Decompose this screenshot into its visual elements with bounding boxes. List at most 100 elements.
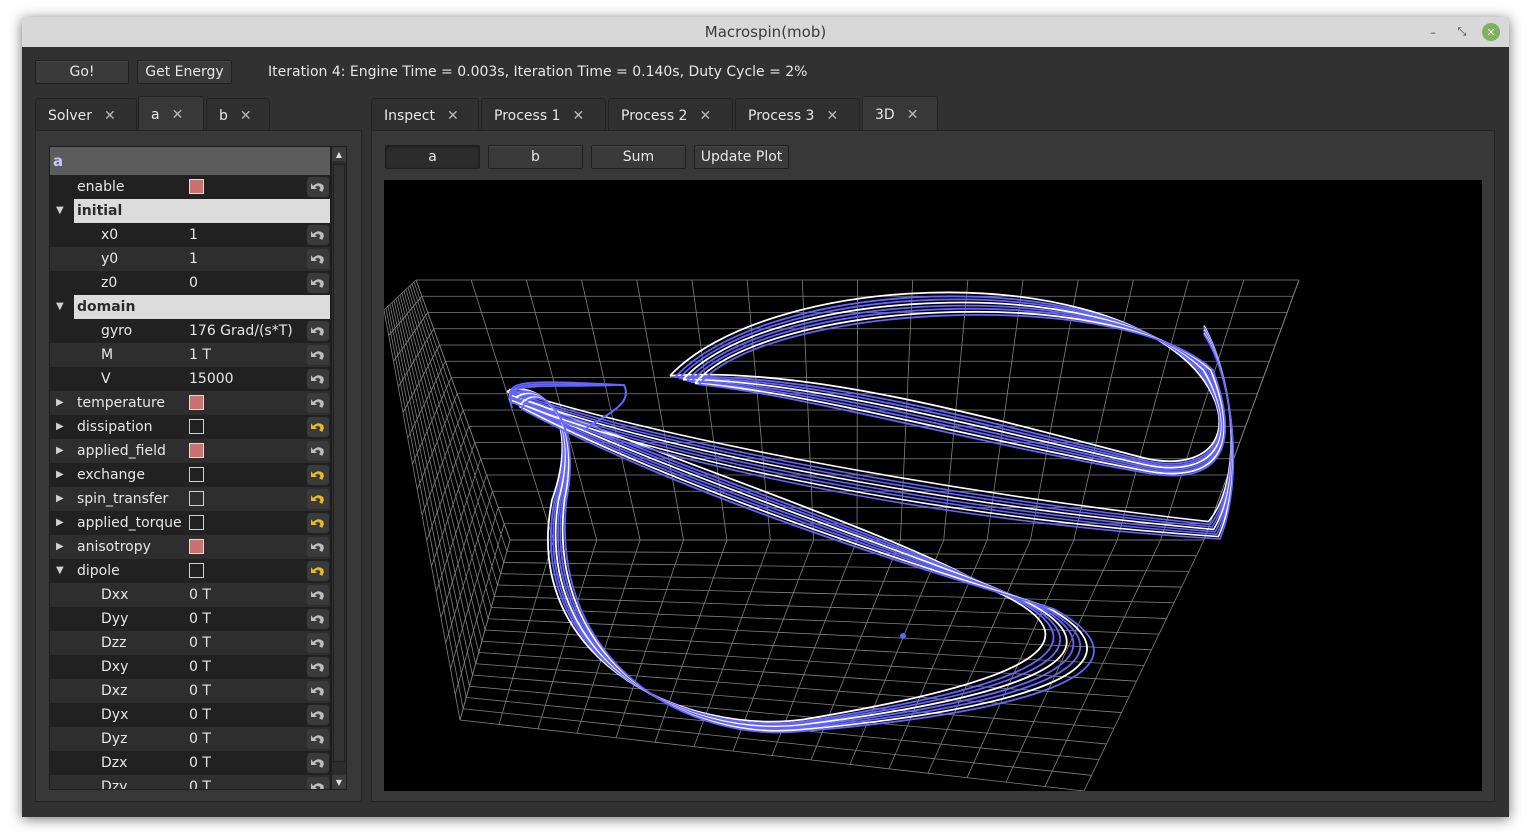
maximize-button[interactable]: ⤡ <box>1453 23 1471 41</box>
tree-row-gyro[interactable]: gyro 176 Grad/(s*T) <box>50 319 330 343</box>
tab-close-icon[interactable]: ✕ <box>447 108 459 124</box>
reset-default-icon[interactable] <box>307 537 329 557</box>
tab-close-icon[interactable]: ✕ <box>104 108 116 124</box>
enable-checkbox[interactable] <box>189 443 204 458</box>
tree-row-m[interactable]: M 1 T <box>50 343 330 367</box>
reset-default-icon[interactable] <box>307 657 329 677</box>
plot-button-update-plot[interactable]: Update Plot <box>694 145 789 169</box>
right-tab-process-2[interactable]: Process 2 ✕ <box>608 98 733 132</box>
row-value[interactable]: 0 T <box>189 607 211 631</box>
tree-row-dxz[interactable]: Dxz 0 T <box>50 679 330 703</box>
reset-default-icon[interactable] <box>307 273 329 293</box>
collapse-arrow-icon[interactable]: ▶ <box>56 391 64 415</box>
scroll-thumb[interactable] <box>333 164 345 762</box>
reset-default-icon[interactable] <box>307 321 329 341</box>
minimize-button[interactable]: – <box>1424 23 1442 41</box>
reset-default-icon[interactable] <box>307 345 329 365</box>
tab-close-icon[interactable]: ✕ <box>172 107 184 123</box>
reset-default-icon[interactable] <box>307 489 329 509</box>
tree-row-dxy[interactable]: Dxy 0 T <box>50 655 330 679</box>
reset-default-icon[interactable] <box>307 729 329 749</box>
plot-button-a[interactable]: a <box>385 145 480 169</box>
scroll-up-button[interactable]: ▲ <box>332 147 346 161</box>
tree-row-enable[interactable]: enable <box>50 175 330 199</box>
tree-row-dissipation[interactable]: ▶ dissipation <box>50 415 330 439</box>
tab-close-icon[interactable]: ✕ <box>907 107 919 123</box>
scroll-down-button[interactable]: ▼ <box>332 775 346 789</box>
row-value[interactable]: 1 <box>189 247 198 271</box>
tab-close-icon[interactable]: ✕ <box>826 108 838 124</box>
right-tab-process-1[interactable]: Process 1 ✕ <box>481 98 606 132</box>
row-value[interactable]: 176 Grad/(s*T) <box>189 319 293 343</box>
row-value[interactable]: 0 T <box>189 703 211 727</box>
tree-row-exchange[interactable]: ▶ exchange <box>50 463 330 487</box>
reset-default-icon[interactable] <box>307 753 329 773</box>
3d-scene[interactable] <box>383 180 1482 792</box>
tree-row-dzx[interactable]: Dzx 0 T <box>50 751 330 775</box>
reset-default-icon[interactable] <box>307 249 329 269</box>
tree-row-spin_transfer[interactable]: ▶ spin_transfer <box>50 487 330 511</box>
row-value[interactable]: 1 <box>189 223 198 247</box>
row-value[interactable]: 0 T <box>189 727 211 751</box>
reset-default-icon[interactable] <box>307 225 329 245</box>
expand-arrow-icon[interactable]: ▼ <box>56 199 64 223</box>
tree-row-domain[interactable]: ▼ domain <box>50 295 330 319</box>
tab-close-icon[interactable]: ✕ <box>699 108 711 124</box>
tree-row-x0[interactable]: x0 1 <box>50 223 330 247</box>
reset-default-icon[interactable] <box>307 513 329 533</box>
tree-row-z0[interactable]: z0 0 <box>50 271 330 295</box>
tree-row-dipole[interactable]: ▼ dipole <box>50 559 330 583</box>
tree-row-dzy[interactable]: Dzy 0 T <box>50 775 330 789</box>
reset-default-icon[interactable] <box>307 393 329 413</box>
enable-checkbox[interactable] <box>189 395 204 410</box>
3d-view[interactable] <box>383 180 1482 792</box>
expand-arrow-icon[interactable]: ▼ <box>56 559 64 583</box>
right-tab-process-3[interactable]: Process 3 ✕ <box>735 98 860 132</box>
reset-default-icon[interactable] <box>307 633 329 653</box>
tree-scrollbar[interactable]: ▲ ▼ <box>331 146 347 790</box>
tree-row-initial[interactable]: ▼ initial <box>50 199 330 223</box>
reset-default-icon[interactable] <box>307 177 329 197</box>
tree-row-temperature[interactable]: ▶ temperature <box>50 391 330 415</box>
tree-row-y0[interactable]: y0 1 <box>50 247 330 271</box>
reset-default-icon[interactable] <box>307 561 329 581</box>
collapse-arrow-icon[interactable]: ▶ <box>56 535 64 559</box>
enable-checkbox[interactable] <box>189 491 204 506</box>
reset-default-icon[interactable] <box>307 417 329 437</box>
reset-default-icon[interactable] <box>307 609 329 629</box>
tree-row-dzz[interactable]: Dzz 0 T <box>50 631 330 655</box>
tree-row-dyz[interactable]: Dyz 0 T <box>50 727 330 751</box>
collapse-arrow-icon[interactable]: ▶ <box>56 487 64 511</box>
tab-close-icon[interactable]: ✕ <box>572 108 584 124</box>
right-tab-inspect[interactable]: Inspect ✕ <box>371 98 479 132</box>
row-value[interactable]: 0 T <box>189 655 211 679</box>
tree-row-v[interactable]: V 15000 <box>50 367 330 391</box>
left-tab-solver[interactable]: Solver ✕ <box>35 98 137 132</box>
right-tab-3d[interactable]: 3D ✕ <box>862 96 938 132</box>
tree-row-applied_field[interactable]: ▶ applied_field <box>50 439 330 463</box>
enable-checkbox[interactable] <box>189 467 204 482</box>
tree-row-dyy[interactable]: Dyy 0 T <box>50 607 330 631</box>
reset-default-icon[interactable] <box>307 465 329 485</box>
tab-close-icon[interactable]: ✕ <box>240 108 252 124</box>
go-button[interactable]: Go! <box>35 60 129 84</box>
plot-button-sum[interactable]: Sum <box>591 145 686 169</box>
collapse-arrow-icon[interactable]: ▶ <box>56 463 64 487</box>
reset-default-icon[interactable] <box>307 777 329 789</box>
reset-default-icon[interactable] <box>307 369 329 389</box>
left-tab-b[interactable]: b ✕ <box>206 98 270 132</box>
reset-default-icon[interactable] <box>307 681 329 701</box>
enable-checkbox[interactable] <box>189 419 204 434</box>
row-value[interactable]: 0 T <box>189 583 211 607</box>
collapse-arrow-icon[interactable]: ▶ <box>56 439 64 463</box>
enable-checkbox[interactable] <box>189 539 204 554</box>
row-value[interactable]: 0 T <box>189 751 211 775</box>
row-value[interactable]: 0 T <box>189 631 211 655</box>
reset-default-icon[interactable] <box>307 585 329 605</box>
tree-row-applied_torque[interactable]: ▶ applied_torque <box>50 511 330 535</box>
row-value[interactable]: 0 <box>189 271 198 295</box>
collapse-arrow-icon[interactable]: ▶ <box>56 415 64 439</box>
left-tab-a[interactable]: a ✕ <box>138 96 204 132</box>
reset-default-icon[interactable] <box>307 441 329 461</box>
tree-row-dyx[interactable]: Dyx 0 T <box>50 703 330 727</box>
